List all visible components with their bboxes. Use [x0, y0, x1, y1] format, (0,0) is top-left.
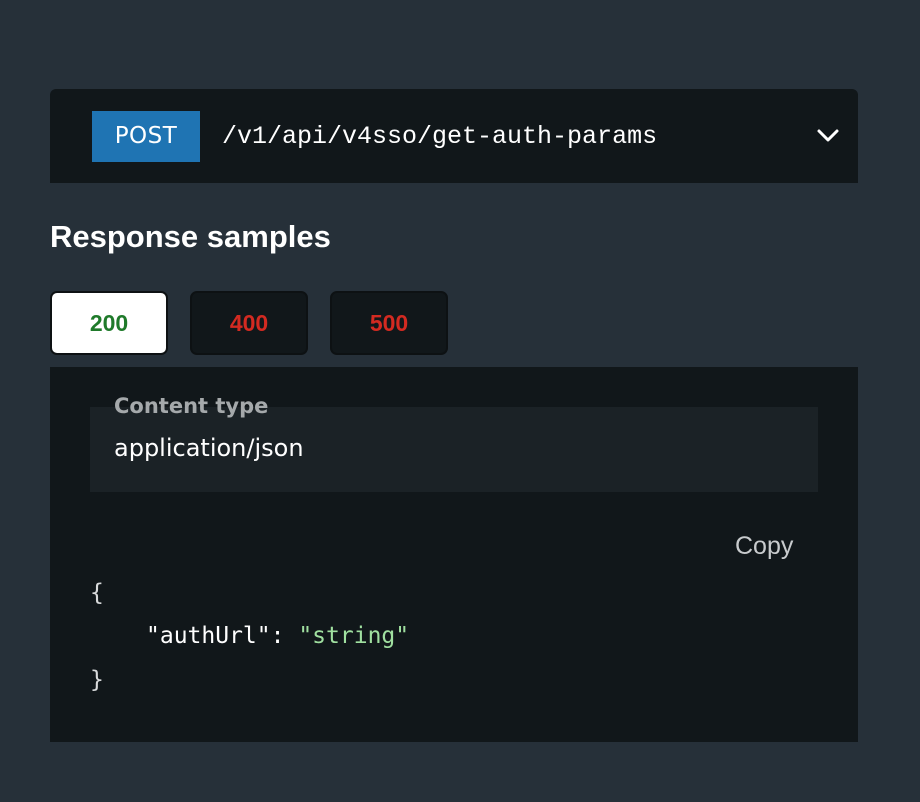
json-value: "string"	[298, 623, 410, 649]
tab-500[interactable]: 500	[330, 291, 448, 355]
chevron-down-icon[interactable]	[816, 127, 840, 145]
json-close-brace: }	[90, 667, 104, 693]
endpoint-path: /v1/api/v4sso/get-auth-params	[222, 122, 658, 151]
json-property-line: "authUrl": "string"	[146, 621, 409, 651]
tab-200[interactable]: 200	[50, 291, 168, 355]
content-type-value: application/json	[114, 434, 304, 462]
tab-400[interactable]: 400	[190, 291, 308, 355]
content-type-label: Content type	[114, 394, 269, 418]
http-method-badge: POST	[92, 111, 200, 162]
section-title: Response samples	[50, 219, 331, 254]
copy-button[interactable]: Copy	[735, 531, 793, 561]
response-sample-panel: Content type application/json Copy { "au…	[50, 367, 858, 742]
json-colon: :	[270, 623, 299, 649]
json-key: "authUrl"	[146, 623, 271, 649]
endpoint-header[interactable]: POST /v1/api/v4sso/get-auth-params	[50, 89, 858, 183]
content-type-selector[interactable]: Content type application/json	[90, 394, 818, 492]
json-open-brace: {	[90, 580, 104, 606]
